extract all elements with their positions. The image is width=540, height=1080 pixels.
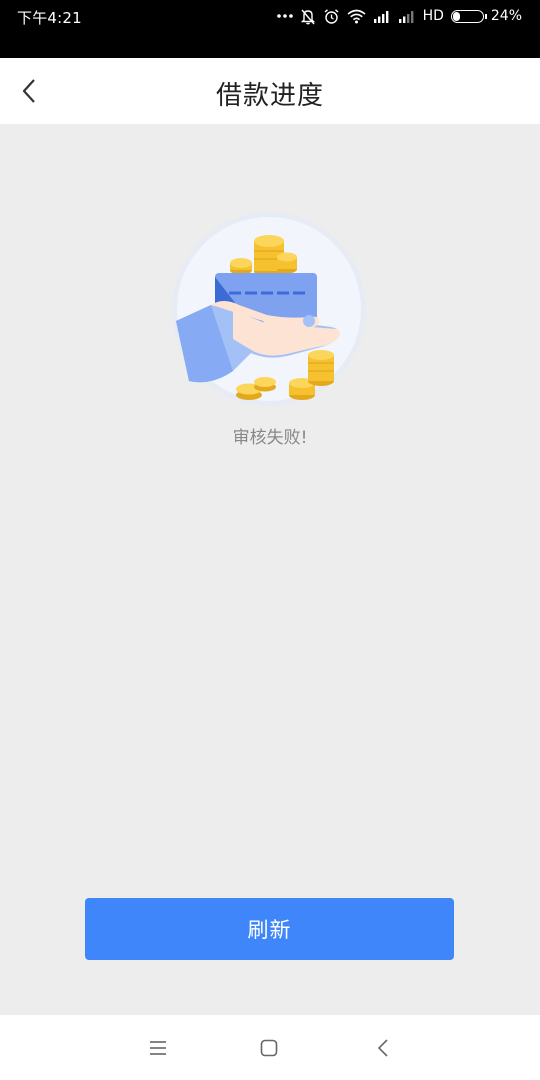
menu-button[interactable] <box>144 1034 172 1062</box>
signal-strength-2-icon <box>398 11 413 23</box>
more-dots-icon <box>276 14 293 18</box>
status-bar: 下午4:21 HD 24% <box>0 0 540 58</box>
menu-icon <box>150 1041 166 1055</box>
system-navigation-bar <box>0 1015 540 1080</box>
battery-percent: 24% <box>490 8 522 24</box>
page-title: 借款进度 <box>215 81 324 111</box>
alarm-icon <box>324 8 339 24</box>
mute-bell-icon <box>300 9 315 24</box>
status-time: 下午4:21 <box>17 9 82 27</box>
header-bar: 借款进度 <box>0 58 540 124</box>
refresh-button[interactable]: 刷新 <box>85 898 454 960</box>
home-icon <box>260 1039 278 1057</box>
wifi-icon <box>347 9 366 23</box>
back-icon <box>377 1039 388 1057</box>
battery-icon <box>450 9 484 23</box>
system-back-button[interactable] <box>369 1034 397 1062</box>
home-button[interactable] <box>255 1034 283 1062</box>
hand-card-coins-illustration <box>172 212 366 406</box>
network-type-label: HD <box>422 8 444 24</box>
signal-strength-icon <box>373 11 388 23</box>
battery-indicator: 24% <box>450 8 522 24</box>
review-status-message: 审核失败! <box>232 428 308 448</box>
status-icons: HD 24% <box>276 6 522 26</box>
